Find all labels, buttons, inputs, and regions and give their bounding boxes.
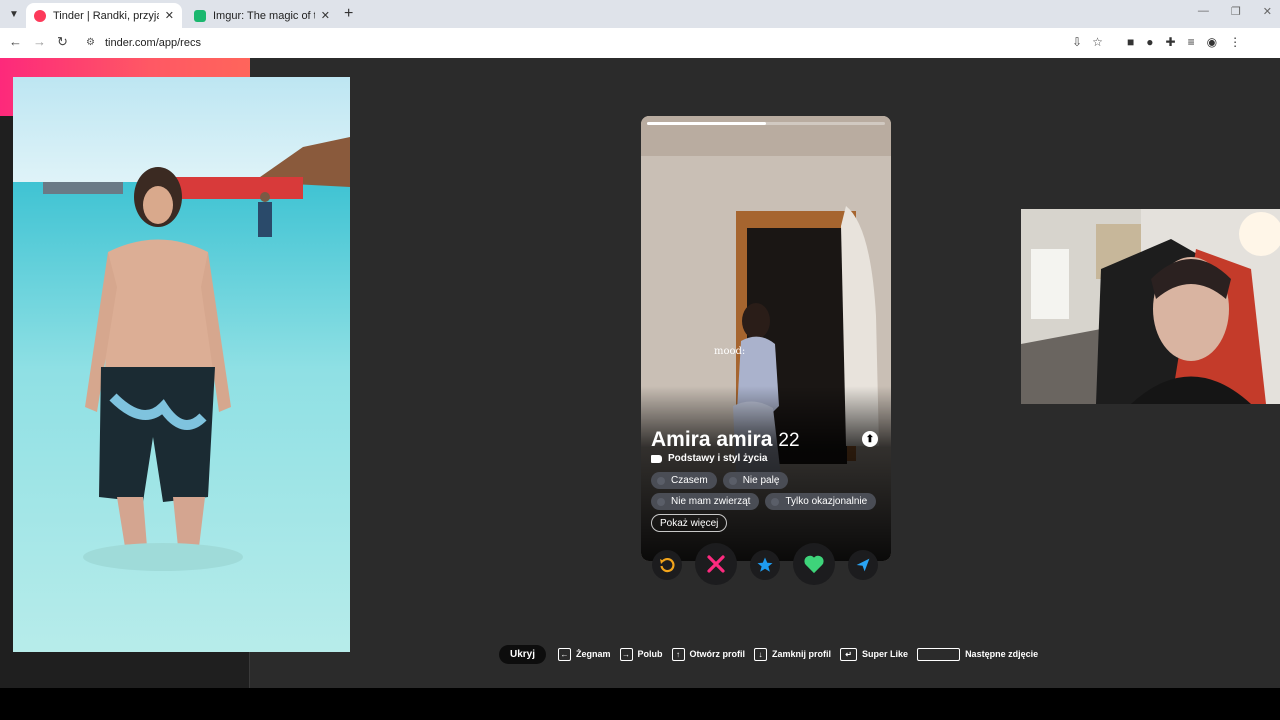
shortcut-label: Zamknij profil <box>772 649 832 659</box>
paw-icon <box>657 497 665 506</box>
profile-age: 22 <box>778 430 800 451</box>
bottom-black-bar <box>0 688 1280 720</box>
extensions-puzzle-icon[interactable]: ✚ <box>1166 35 1176 49</box>
hide-shortcuts-button[interactable]: Ukryj <box>499 644 547 664</box>
keyboard-shortcuts-bar: Ukryj ← Żegnam → Polub ↑ Otwórz profil ↓ Zam… <box>499 644 1047 664</box>
tab-title: Tinder | Randki, przyjaźń, nowe <box>53 9 159 22</box>
shortcut-label: Żegnam <box>576 649 611 659</box>
overlay-beach-photo <box>13 77 350 652</box>
star-icon <box>757 557 773 572</box>
profile-name-row: Amira amira 22 <box>651 428 800 452</box>
back-icon[interactable]: ← <box>9 34 22 49</box>
section-label-text: Podstawy i styl życia <box>668 453 768 464</box>
shortcut-close-profile: ↓ Zamknij profil <box>754 647 832 661</box>
rewind-icon <box>660 558 675 573</box>
profile-name: Amira amira <box>651 428 773 451</box>
shortcut-label: Następne zdjęcie <box>965 649 1039 659</box>
new-tab-button[interactable]: + <box>344 5 353 23</box>
url-text: tinder.com/app/recs <box>104 36 201 49</box>
tab-tinder[interactable]: Tinder | Randki, przyjaźń, nowe ✕ <box>26 3 182 28</box>
rewind-button[interactable] <box>652 550 682 580</box>
drink-icon <box>657 476 665 485</box>
extensions-area: ■ ● ✚ ≡ ◉ ⋮ <box>1127 35 1241 49</box>
bookmark-star-icon[interactable]: ☆ <box>1092 35 1103 49</box>
photo-progress-bar <box>647 122 885 125</box>
forward-icon[interactable]: → <box>33 34 46 49</box>
photo-progress-fill <box>647 122 766 125</box>
shortcut-like: → Polub <box>619 647 663 661</box>
up-arrow-key-icon: ↑ <box>671 647 685 661</box>
restore-icon[interactable]: ❐ <box>1231 5 1241 18</box>
address-bar[interactable]: ⚙ tinder.com/app/recs <box>80 31 1120 54</box>
chip-label: Nie mam zwierząt <box>671 496 751 507</box>
tab-imgur[interactable]: Imgur: The magic of the Interne ✕ <box>186 3 338 28</box>
browser-tab-bar: ▼ Tinder | Randki, przyjaźń, nowe ✕ Imgu… <box>0 0 1280 28</box>
chip-workout: Tylko okazjonalnie <box>765 493 877 510</box>
boost-button[interactable] <box>848 550 878 580</box>
nope-button[interactable] <box>695 543 737 585</box>
profile-card[interactable]: mood: Amira amira 22 ⬆ Podstawy i styl ż… <box>641 116 891 561</box>
shortcut-label: Super Like <box>862 649 909 659</box>
chip-label: Nie palę <box>742 475 780 486</box>
chip-drinking: Czasem <box>651 472 717 489</box>
chip-pets: Nie mam zwierząt <box>651 493 760 510</box>
close-window-icon[interactable]: ✕ <box>1263 5 1272 18</box>
chip-smoking: Nie palę <box>722 472 789 489</box>
site-info-icon[interactable]: ⚙ <box>86 37 95 48</box>
chip-label: Tylko okazjonalnie <box>785 496 868 507</box>
shortcut-super-like: ↵ Super Like <box>840 647 909 661</box>
shortcut-label: Polub <box>637 649 663 659</box>
send-icon <box>856 558 870 572</box>
lifestyle-section-label: Podstawy i styl życia <box>651 453 768 464</box>
reload-icon[interactable]: ↻ <box>57 34 68 50</box>
extension-icon[interactable]: ■ <box>1127 35 1134 49</box>
tab-search-icon[interactable]: ▼ <box>6 6 22 22</box>
space-key-icon <box>917 647 961 661</box>
close-tab-icon[interactable]: ✕ <box>165 9 174 22</box>
show-more-button[interactable]: Pokaż więcej <box>651 514 728 532</box>
shortcut-next-photo: Następne zdjęcie <box>917 647 1039 661</box>
chips-row: Czasem Nie palę <box>651 472 883 489</box>
left-arrow-key-icon: ← <box>558 647 572 661</box>
tab-title: Imgur: The magic of the Interne <box>213 9 315 22</box>
minimize-icon[interactable]: — <box>1198 5 1209 18</box>
swipe-actions <box>650 543 882 587</box>
imgur-favicon-icon <box>194 9 206 22</box>
heart-icon <box>804 555 824 574</box>
shortcut-label: Otwórz profil <box>689 649 746 659</box>
install-app-icon[interactable]: ⇩ <box>1072 35 1082 49</box>
super-like-button[interactable] <box>750 550 780 580</box>
tinder-favicon-icon <box>34 9 46 22</box>
dumbbell-icon <box>771 497 780 506</box>
media-control-icon[interactable]: ≡ <box>1188 35 1195 49</box>
window-controls: — ❐ ✕ <box>1198 5 1272 18</box>
close-tab-icon[interactable]: ✕ <box>321 9 330 22</box>
profile-avatar-icon[interactable]: ◉ <box>1207 35 1217 49</box>
like-button[interactable] <box>793 543 835 585</box>
tag-icon <box>651 454 662 463</box>
menu-kebab-icon[interactable]: ⋮ <box>1229 35 1241 49</box>
open-profile-up-arrow-icon[interactable]: ⬆ <box>862 431 878 447</box>
chips-row: Nie mam zwierząt Tylko okazjonalnie <box>651 493 883 510</box>
enter-key-icon: ↵ <box>840 647 858 661</box>
shortcut-open-profile: ↑ Otwórz profil <box>671 647 746 661</box>
webcam-overlay <box>1021 209 1280 404</box>
photo-caption: mood: <box>714 346 745 357</box>
smoking-icon <box>728 476 737 485</box>
shortcut-nope: ← Żegnam <box>558 647 611 661</box>
chip-label: Czasem <box>671 475 708 486</box>
extension-icon[interactable]: ● <box>1146 35 1153 49</box>
right-arrow-key-icon: → <box>619 647 633 661</box>
down-arrow-key-icon: ↓ <box>754 647 768 661</box>
browser-toolbar: ← → ↻ ⚙ tinder.com/app/recs ⇩ ☆ ■ ● ✚ ≡ … <box>0 28 1280 58</box>
x-icon <box>707 555 725 573</box>
address-bar-actions: ⇩ ☆ <box>1072 35 1103 49</box>
